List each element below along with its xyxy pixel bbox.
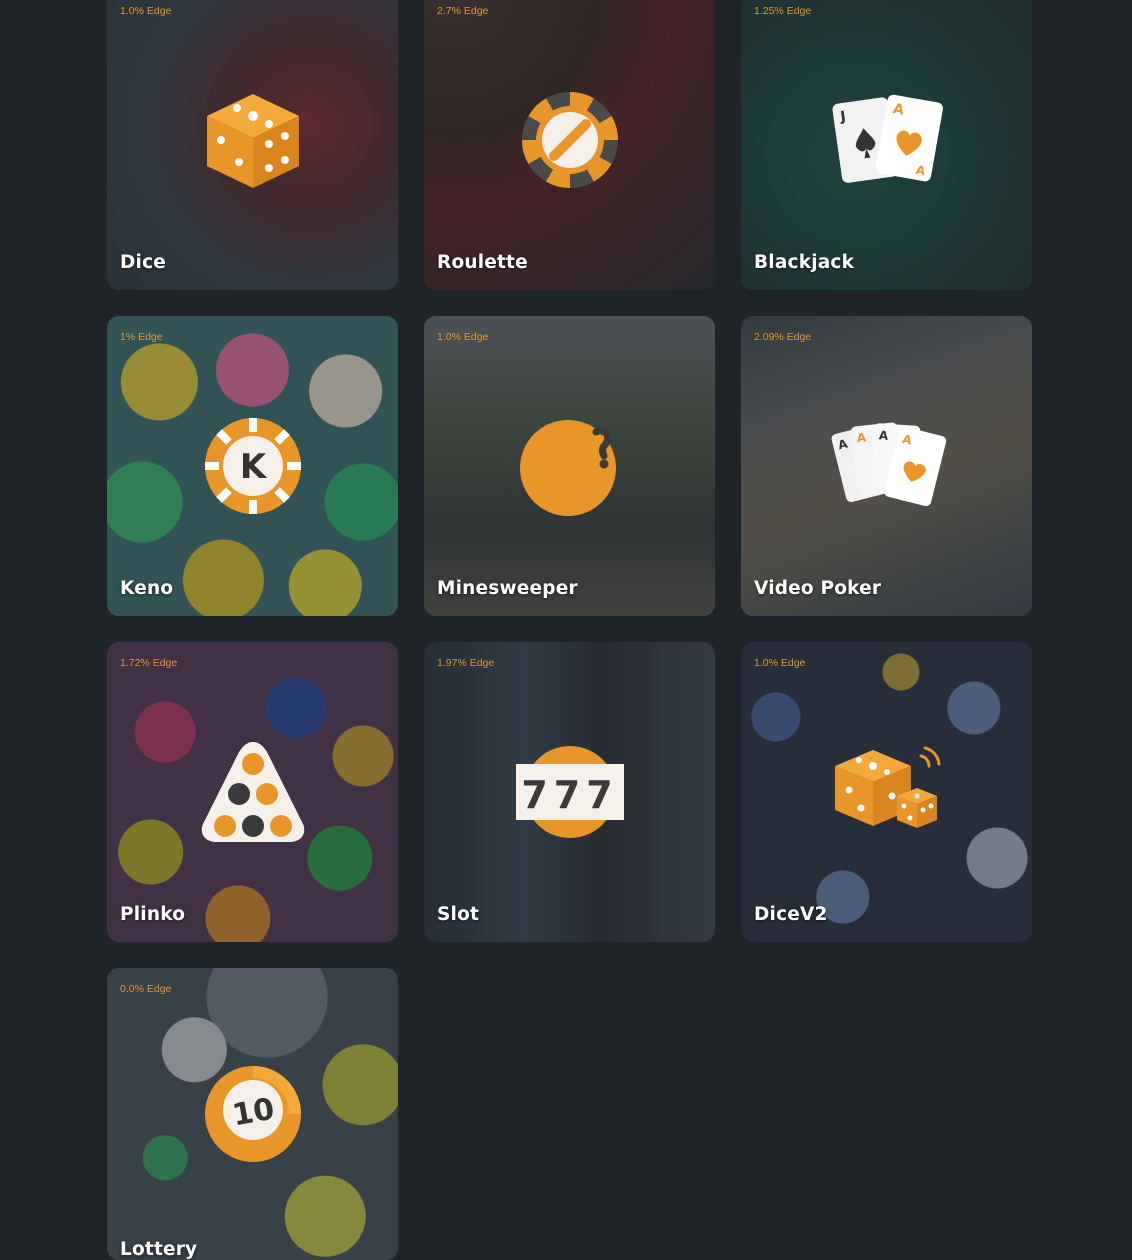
game-title: Roulette [437,252,528,273]
game-card-dicev2[interactable]: 1.0% Edge DiceV2 [741,642,1032,942]
game-grid: 1.0% Edge Dice 2.7% Edge Roulette 1.25% … [107,0,1032,1260]
plinko-triangle-icon [201,742,304,842]
blackjack-cards-icon: J A A [831,94,943,183]
lottery-ball-icon: 10 [204,1066,301,1162]
svg-text:10: 10 [229,1092,276,1134]
svg-text:777: 777 [521,773,618,817]
dice-icon [206,94,299,188]
house-edge-label: 1.97% Edge [437,657,495,669]
svg-text:K: K [239,447,267,487]
game-title: Lottery [120,1239,198,1260]
game-card-slot[interactable]: 1.97% Edge 777 Slot [424,642,715,942]
house-edge-label: 2.7% Edge [437,5,489,17]
game-title: Blackjack [754,252,855,273]
game-card-dice[interactable]: 1.0% Edge Dice [107,0,398,290]
game-title: Minesweeper [437,578,578,599]
house-edge-label: 1% Edge [120,331,163,343]
game-card-keno[interactable]: 1% Edge K Keno [107,316,398,616]
house-edge-label: 1.25% Edge [754,5,812,17]
game-card-blackjack[interactable]: 1.25% Edge J A A Blackjack [741,0,1032,290]
game-title: Keno [120,578,174,599]
game-title: Dice [120,252,167,273]
roulette-chip-icon [521,91,618,189]
game-card-lottery[interactable]: 0.0% Edge 10 Lottery [107,968,398,1260]
house-edge-label: 1.0% Edge [754,657,806,669]
game-title: DiceV2 [754,904,828,925]
game-card-minesweeper[interactable]: 1.0% Edge Minesweeper [424,316,715,616]
game-title: Video Poker [754,578,882,599]
game-card-roulette[interactable]: 2.7% Edge Roulette [424,0,715,290]
keno-chip-icon: K [204,418,301,514]
house-edge-label: 2.09% Edge [754,331,812,343]
svg-text:A: A [878,428,889,443]
house-edge-label: 1.72% Edge [120,657,178,669]
house-edge-label: 1.0% Edge [120,5,172,17]
slot-777-icon: 777 [515,746,624,838]
game-card-plinko[interactable]: 1.72% Edge Plinko [107,642,398,942]
house-edge-label: 1.0% Edge [437,331,489,343]
poker-cards-icon: A A A A [831,422,946,507]
game-title: Plinko [120,904,186,925]
house-edge-label: 0.0% Edge [120,983,172,995]
game-title: Slot [437,904,480,925]
game-card-video-poker[interactable]: 2.09% Edge A A A A Video Poker [741,316,1032,616]
bomb-icon [519,420,616,516]
dice-pair-icon [834,746,940,828]
